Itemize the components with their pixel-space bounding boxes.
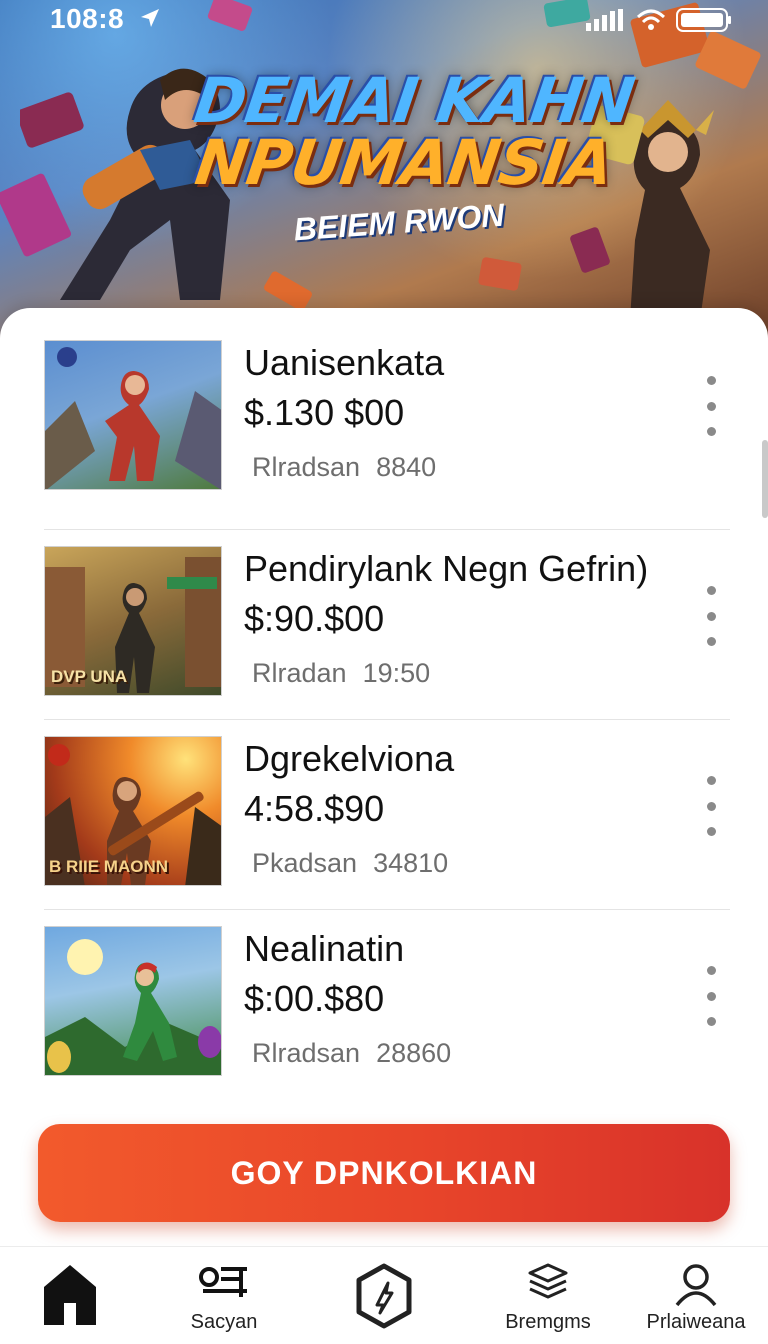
stack-icon bbox=[528, 1263, 568, 1299]
game-meta-value: 28860 bbox=[376, 1038, 452, 1068]
game-thumbnail[interactable]: DVP UNA bbox=[44, 546, 222, 696]
game-info: Nealinatin $:00.$80 Rlradsan 28860 bbox=[244, 926, 674, 1070]
game-info: Uanisenkata $.130 $00 Rlradsan 8840 bbox=[244, 340, 674, 484]
tab-label: Bremgms bbox=[505, 1311, 591, 1333]
scrollbar-thumb[interactable] bbox=[762, 440, 768, 518]
status-bar: 108:8 bbox=[0, 0, 768, 40]
game-meta-label: Rlradsan bbox=[252, 1038, 361, 1068]
game-thumbnail[interactable] bbox=[44, 926, 222, 1076]
tab-label: Sacyan bbox=[190, 1311, 258, 1333]
primary-cta-button[interactable]: GOY DPNKOLKIAN bbox=[38, 1124, 730, 1222]
floating-card bbox=[477, 256, 523, 292]
hexagon-icon bbox=[356, 1263, 412, 1329]
thumb-caption: B RIIE MAONN bbox=[49, 857, 168, 876]
tab-search[interactable]: Sacyan bbox=[154, 1247, 294, 1344]
tab-center[interactable] bbox=[314, 1247, 454, 1344]
battery-icon bbox=[676, 8, 731, 32]
game-title: Uanisenkata bbox=[244, 342, 445, 383]
game-thumbnail[interactable]: B RIIE MAONN bbox=[44, 736, 222, 886]
game-meta: Rlradsan 28860 bbox=[252, 1036, 674, 1070]
list-item[interactable]: DVP UNA Pendirylank Negn Gefrin) $:90.$0… bbox=[44, 530, 730, 720]
tab-profile[interactable]: Prlaiweana bbox=[626, 1247, 766, 1344]
game-meta: Rlradan 19:50 bbox=[252, 656, 674, 690]
game-art bbox=[45, 347, 221, 489]
tab-label: Prlaiweana bbox=[646, 1311, 746, 1333]
game-meta: Pkadsan 34810 bbox=[252, 846, 674, 880]
game-thumbnail[interactable] bbox=[44, 340, 222, 490]
profile-icon bbox=[675, 1264, 717, 1307]
game-info: Pendirylank Negn Gefrin) $:90.$00 Rlrada… bbox=[244, 546, 674, 690]
thumb-caption: DVP UNA bbox=[51, 667, 128, 686]
game-price: 4:58.$90 bbox=[244, 788, 385, 829]
game-info: Dgrekelviona 4:58.$90 Pkadsan 34810 bbox=[244, 736, 674, 880]
more-options-icon[interactable] bbox=[698, 966, 724, 1026]
game-price: $:00.$80 bbox=[244, 978, 385, 1019]
hero-title: DEMAI KAHN NPUMANSIA BEIEM RWON bbox=[0, 64, 768, 247]
game-meta-value: 8840 bbox=[376, 452, 437, 482]
more-options-icon[interactable] bbox=[698, 776, 724, 836]
game-meta-label: Pkadsan bbox=[252, 848, 358, 878]
game-title: Pendirylank Negn Gefrin) bbox=[244, 548, 649, 589]
game-meta-label: Rlradan bbox=[252, 658, 347, 688]
list-icon bbox=[199, 1267, 247, 1297]
game-art bbox=[45, 939, 221, 1075]
tab-home[interactable] bbox=[0, 1247, 140, 1344]
location-arrow-icon bbox=[141, 9, 159, 27]
game-list: Uanisenkata $.130 $00 Rlradsan 8840 DVP U… bbox=[44, 340, 730, 1100]
hero-banner[interactable]: 108:8 DEMAI KAHN NPUMANSIA BEIEM RWON bbox=[0, 0, 768, 340]
home-icon bbox=[44, 1265, 96, 1325]
game-title: Dgrekelviona bbox=[244, 738, 455, 779]
wifi-icon bbox=[636, 9, 666, 30]
game-meta: Rlradsan 8840 bbox=[252, 450, 674, 484]
more-options-icon[interactable] bbox=[698, 376, 724, 436]
game-meta-label: Rlradsan bbox=[252, 452, 361, 482]
game-meta-value: 19:50 bbox=[362, 658, 431, 688]
tab-bremgms[interactable]: Bremgms bbox=[478, 1247, 618, 1344]
bottom-tab-bar: Sacyan Bremgms Prlaiweana bbox=[0, 1246, 768, 1344]
more-options-icon[interactable] bbox=[698, 586, 724, 646]
status-time: 108:8 bbox=[50, 3, 125, 34]
list-item[interactable]: Uanisenkata $.130 $00 Rlradsan 8840 bbox=[44, 340, 730, 530]
game-title: Nealinatin bbox=[244, 928, 405, 969]
cellular-signal-icon bbox=[586, 9, 623, 31]
game-price: $:90.$00 bbox=[244, 598, 385, 639]
game-price: $.130 $00 bbox=[244, 392, 405, 433]
hero-title-line2: NPUMANSIA bbox=[190, 126, 618, 199]
hero-title-line1: DEMAI KAHN bbox=[189, 64, 639, 137]
list-item[interactable]: Nealinatin $:00.$80 Rlradsan 28860 bbox=[44, 910, 730, 1100]
list-item[interactable]: B RIIE MAONN Dgrekelviona 4:58.$90 Pkads… bbox=[44, 720, 730, 910]
game-meta-value: 34810 bbox=[373, 848, 449, 878]
